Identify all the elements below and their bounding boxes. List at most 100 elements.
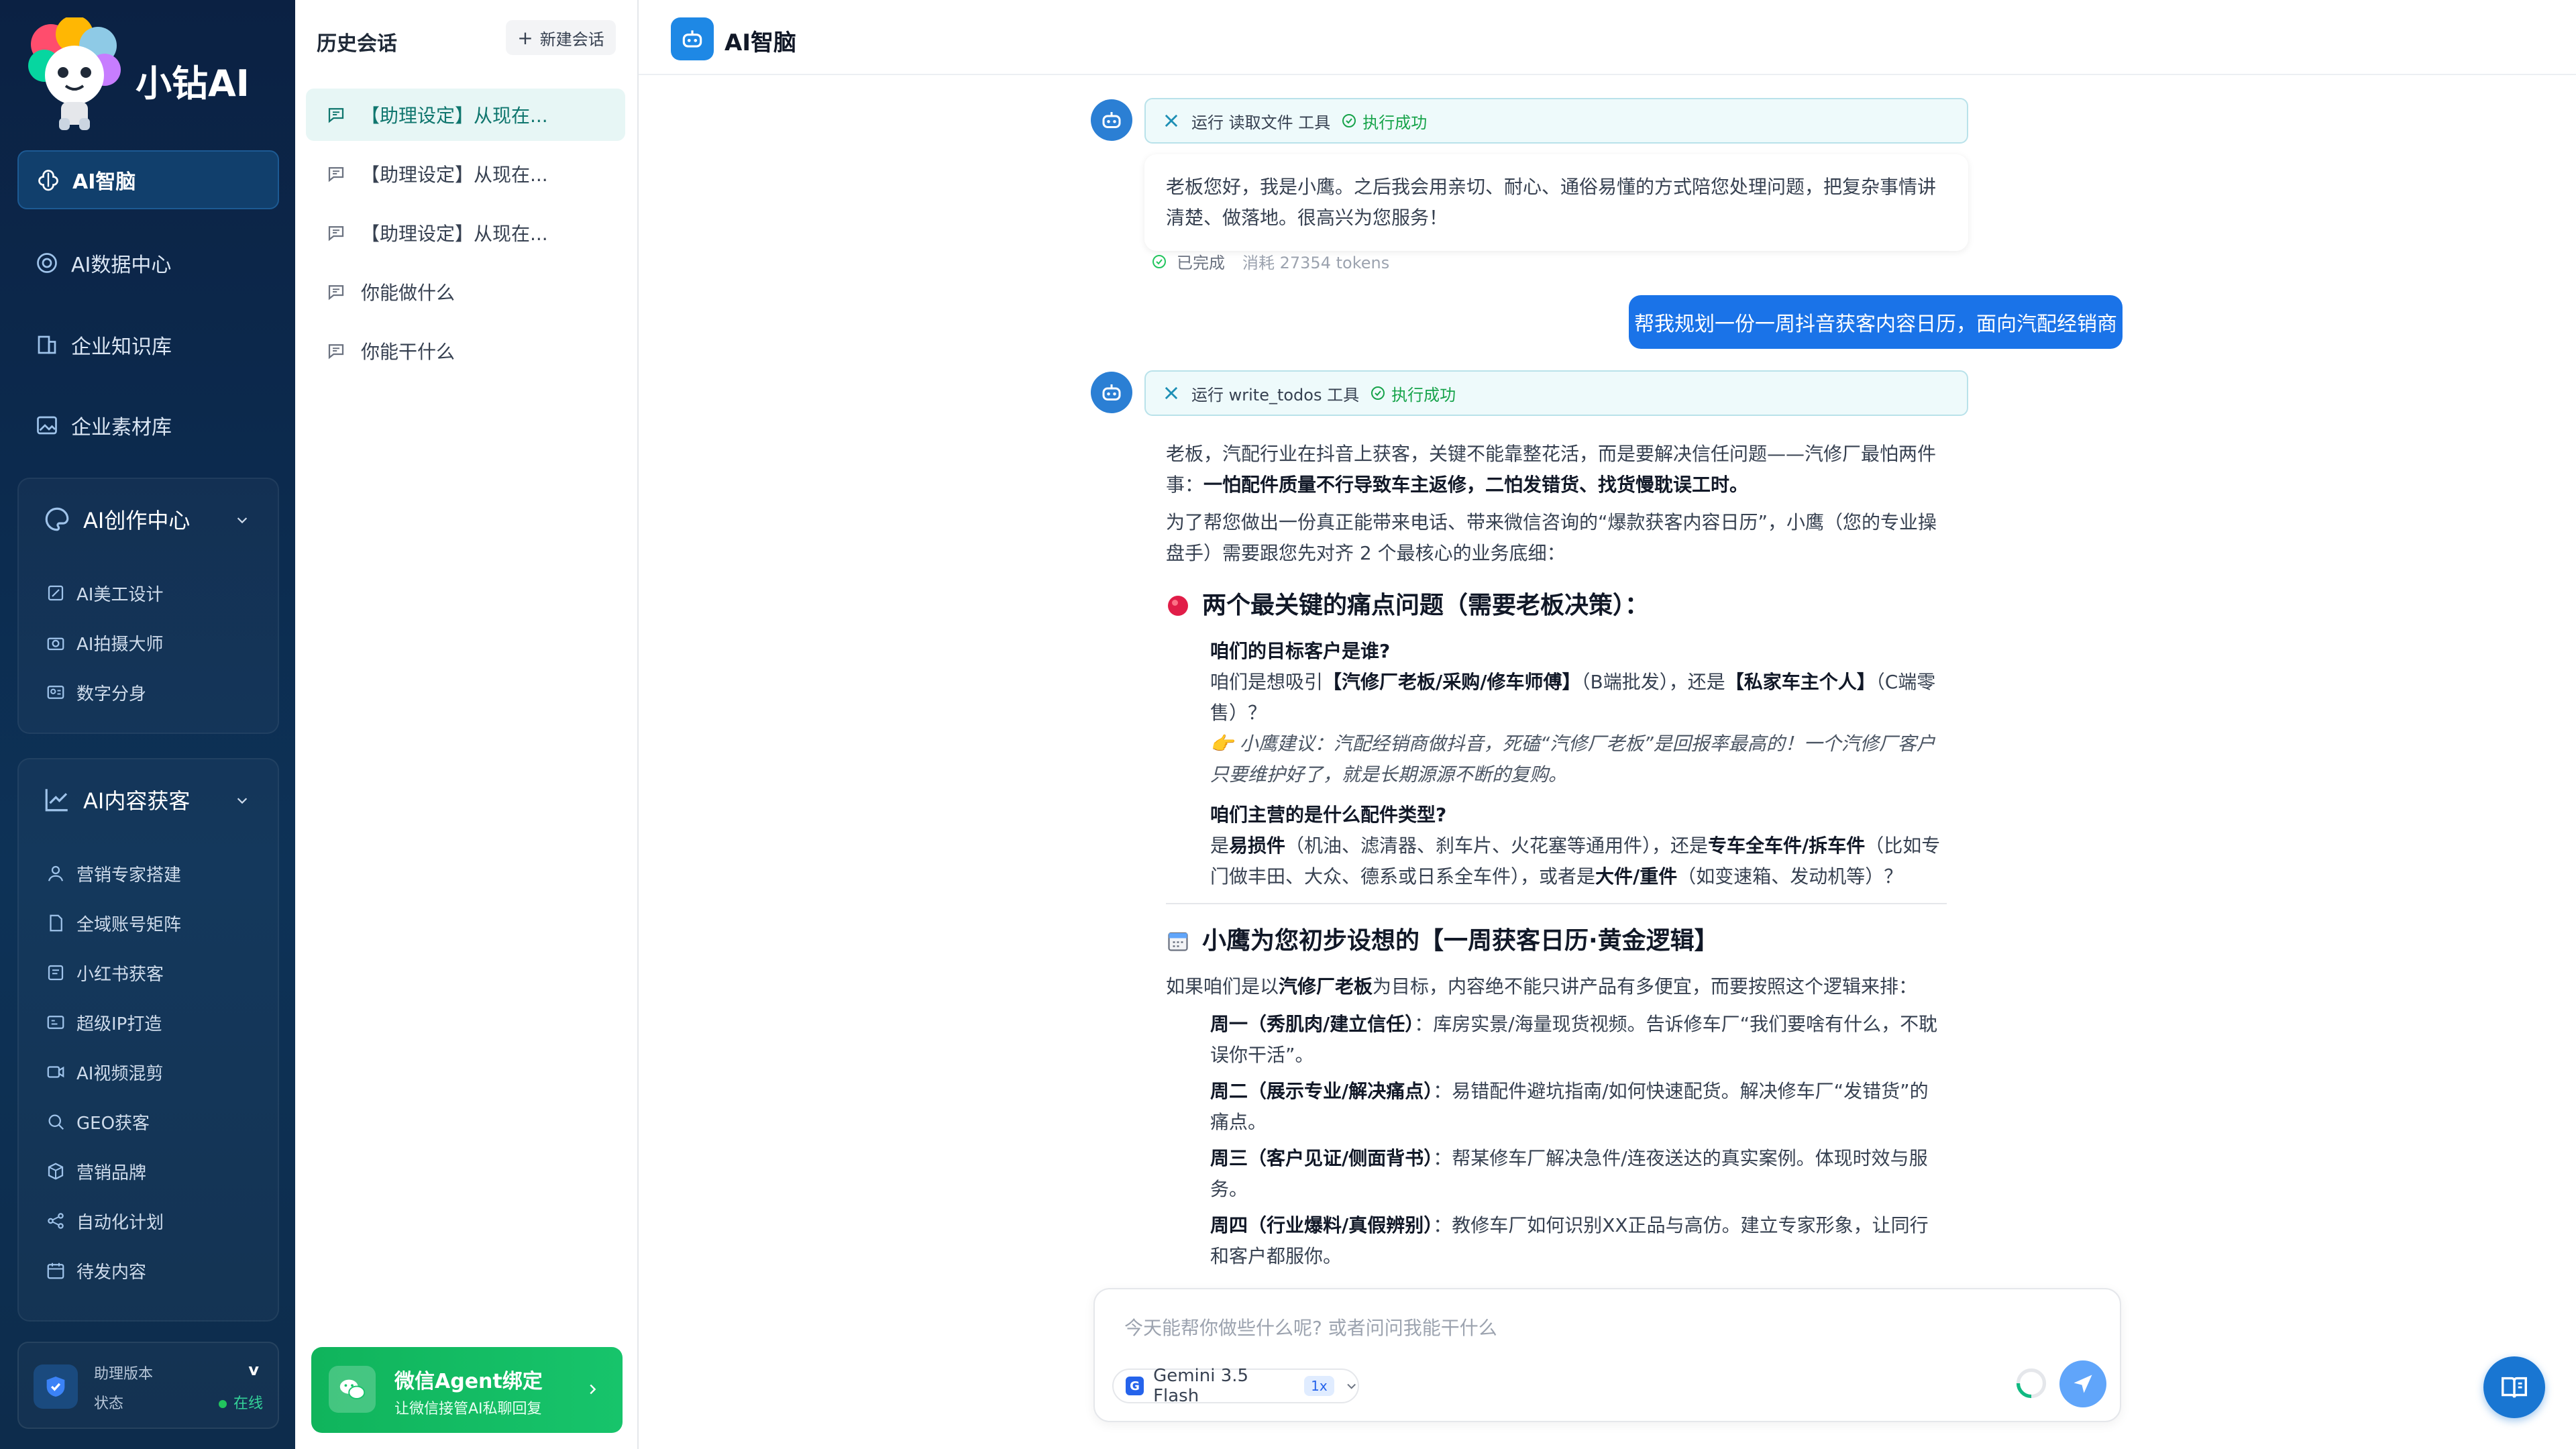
knowledge-base-icon xyxy=(38,335,56,354)
design-icon xyxy=(48,585,64,601)
history-item[interactable]: 你能干什么 xyxy=(306,325,625,377)
history-item[interactable]: 你能做什么 xyxy=(306,266,625,318)
version-status-card[interactable]: 助理版本 状态 v 在线 xyxy=(17,1342,279,1429)
answer-text: （B端批发），还是 xyxy=(1580,671,1725,693)
answer-text: 如果咱们是以 xyxy=(1166,975,1279,998)
history-item[interactable]: 【助理设定】从现在... xyxy=(306,207,625,259)
answer-text: 为目标，内容绝不能只讲产品有多便宜，而要按照这个逻辑来排： xyxy=(1373,975,1918,998)
history-panel: 历史会话 + 新建会话 【助理设定】从现在... 【助理设定】从现在... 【助… xyxy=(295,0,639,1449)
group-header-content-acquisition[interactable]: AI内容获客 xyxy=(19,759,278,840)
answer-text: 咱们是想吸引 xyxy=(1210,671,1324,693)
sub-item-automation[interactable]: 自动化计划 xyxy=(46,1201,164,1241)
status-label: 状态 xyxy=(94,1395,124,1412)
sub-label: AI拍摄大师 xyxy=(76,634,164,655)
chat-bubble-icon xyxy=(328,344,344,360)
chevron-down-icon xyxy=(1347,1383,1356,1389)
video-icon xyxy=(47,1066,64,1078)
tools-icon xyxy=(1165,386,1178,400)
chat-bubble-icon xyxy=(328,167,344,182)
chat-area: 运行 读取文件 工具 执行成功 老板您好，我是小鹰。之后我会用亲切、耐心、通俗易… xyxy=(639,75,2576,1449)
sub-item-super-ip[interactable]: 超级IP打造 xyxy=(46,1002,162,1042)
divider xyxy=(1166,903,1947,904)
tool-call-card[interactable]: 运行 write_todos 工具 执行成功 xyxy=(1144,370,1968,416)
sub-item-marketing-expert[interactable]: 营销专家搭建 xyxy=(46,853,181,894)
send-button[interactable] xyxy=(2059,1360,2106,1407)
box-icon xyxy=(48,1163,64,1180)
calendar-day-item: 周一（秀肌肉/建立信任）：库房实景/海量现货视频。告诉修车厂“我们要啥有什么，不… xyxy=(1166,1009,1947,1071)
sub-label: 全域账号矩阵 xyxy=(76,914,182,935)
top-bar: AI智脑 xyxy=(639,0,2576,75)
robot-icon xyxy=(671,17,714,60)
online-status: 在线 xyxy=(218,1391,263,1413)
new-chat-label: 新建会话 xyxy=(539,30,604,49)
message-input[interactable]: 今天能帮你做些什么呢? 或者问问我能干什么 xyxy=(1124,1313,1497,1340)
page-title: AI智脑 xyxy=(724,30,796,56)
loading-spinner-icon xyxy=(2016,1368,2047,1399)
trend-chart-icon xyxy=(45,789,68,812)
sub-label: AI视频混剪 xyxy=(76,1063,164,1084)
user-message: 帮我规划一份一周抖音获客内容日历，面向汽配经销商 xyxy=(1629,295,2123,349)
chevron-right-icon xyxy=(590,1384,596,1395)
message-composer: 今天能帮你做些什么呢? 或者问问我能干什么 G Gemini 3.5 Flash… xyxy=(1093,1288,2121,1422)
history-item[interactable]: 【助理设定】从现在... xyxy=(306,89,625,141)
tool-call-card[interactable]: 运行 读取文件 工具 执行成功 xyxy=(1144,98,1968,144)
nav-item-ai-data-center[interactable]: AI数据中心 xyxy=(17,233,279,292)
history-title: 历史会话 xyxy=(317,32,397,56)
help-docs-button[interactable] xyxy=(2483,1356,2545,1418)
done-label: 已完成 xyxy=(1177,254,1225,272)
day-title: 周三（客户见证/侧面背书） xyxy=(1210,1147,1434,1169)
history-item[interactable]: 【助理设定】从现在... xyxy=(306,148,625,200)
nav-label: AI智脑 xyxy=(72,170,136,194)
group-header-ai-creation[interactable]: AI创作中心 xyxy=(19,479,278,559)
answer-bold: 【私家车主个人】 xyxy=(1725,671,1876,693)
answer-heading-text: 两个最关键的痛点问题（需要老板决策）： xyxy=(1202,592,1650,619)
brand-name: 小钻AI xyxy=(136,62,250,105)
message-status: 已完成 消耗 27354 tokens xyxy=(1151,250,1389,273)
brand-logo[interactable]: 小钻AI xyxy=(20,13,288,134)
sub-item-xiaohongshu[interactable]: 小红书获客 xyxy=(46,953,164,993)
check-circle-icon xyxy=(1342,114,1356,127)
sub-label: 超级IP打造 xyxy=(76,1014,162,1034)
answer-bold: 大件/重件 xyxy=(1595,865,1678,888)
tool-status-label: 执行成功 xyxy=(1362,113,1428,132)
token-usage: 消耗 27354 tokens xyxy=(1242,254,1390,272)
answer-heading-text: 小鹰为您初步设想的【一周获客日历·黄金逻辑】 xyxy=(1202,927,1719,955)
nav-item-materials[interactable]: 企业素材库 xyxy=(17,396,279,455)
sub-item-account-matrix[interactable]: 全域账号矩阵 xyxy=(46,903,181,943)
group-label: AI内容获客 xyxy=(83,788,191,814)
wechat-title: 微信Agent绑定 xyxy=(394,1370,543,1393)
suggestion-tip: 👉 小鹰建议：汽配经销商做抖音，死磕“汽修厂老板”是回报率最高的！一个汽修厂客户… xyxy=(1210,733,1935,786)
tools-icon xyxy=(1165,114,1178,127)
user-icon xyxy=(48,865,64,881)
sub-item-digital-avatar[interactable]: 数字分身 xyxy=(46,672,146,712)
question-title: 咱们主营的是什么配件类型? xyxy=(1210,804,1447,826)
mascot-logo-icon xyxy=(28,17,121,130)
wechat-agent-bind-button[interactable]: 微信Agent绑定 让微信接管AI私聊回复 xyxy=(311,1347,623,1433)
answer-bold: 【汽修厂老板/采购/修车师傅】 xyxy=(1323,671,1581,693)
answer-text: 是 xyxy=(1210,835,1230,857)
sub-item-ai-camera[interactable]: AI拍摄大师 xyxy=(46,623,163,663)
sub-item-video-mix[interactable]: AI视频混剪 xyxy=(46,1052,163,1092)
brain-icon xyxy=(38,170,58,191)
new-chat-button[interactable]: + 新建会话 xyxy=(506,20,616,55)
chevron-down-icon xyxy=(237,798,248,804)
share-icon xyxy=(48,1213,64,1229)
day-title: 周一（秀肌肉/建立信任） xyxy=(1210,1013,1415,1035)
sub-item-ai-design[interactable]: AI美工设计 xyxy=(46,573,163,613)
wechat-subtitle: 让微信接管AI私聊回复 xyxy=(394,1401,542,1417)
answer-bold: 专车全车件/拆车件 xyxy=(1708,835,1866,857)
avatar-card-icon xyxy=(47,686,64,699)
model-selector[interactable]: G Gemini 3.5 Flash 1x xyxy=(1112,1366,1359,1406)
nav-item-knowledge-base[interactable]: 企业知识库 xyxy=(17,315,279,374)
group-content-acquisition: AI内容获客 营销专家搭建 全域账号矩阵 小红书获客 超级IP打造 AI视频混剪… xyxy=(17,758,279,1322)
plus-icon: + xyxy=(517,26,533,49)
assistant-avatar-icon xyxy=(1091,372,1132,413)
red-circle-icon xyxy=(1168,596,1188,616)
sub-item-geo[interactable]: GEO获客 xyxy=(46,1102,150,1142)
sub-item-brand[interactable]: 营销品牌 xyxy=(46,1151,146,1191)
history-item-label: 【助理设定】从现在... xyxy=(361,164,548,186)
sidebar: 小钻AI AI智脑 AI数据中心 企业知识库 企业素材库 AI创作中心 AI美工… xyxy=(0,0,295,1449)
sub-item-pending-content[interactable]: 待发内容 xyxy=(46,1250,146,1291)
nav-item-ai-brain[interactable]: AI智脑 xyxy=(17,150,279,209)
answer-paragraph: 老板，汽配行业在抖音上获客，关键不能靠整花活，而是要解决信任问题——汽修厂最怕两… xyxy=(1166,439,1947,500)
